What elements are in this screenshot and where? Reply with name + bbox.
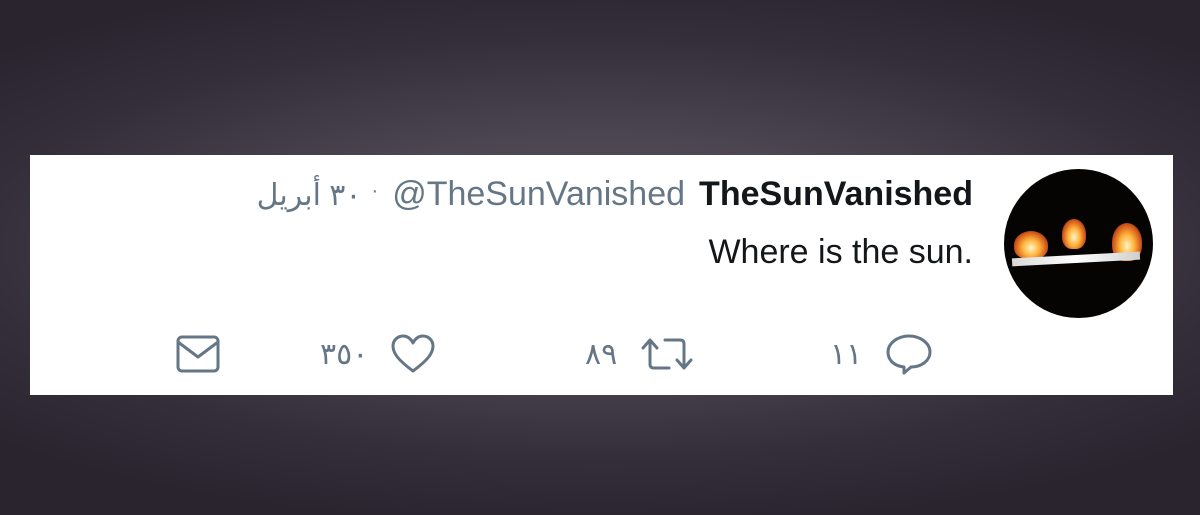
reply-count: ١١ bbox=[830, 337, 863, 371]
envelope-icon bbox=[176, 335, 220, 373]
avatar[interactable] bbox=[1004, 169, 1153, 318]
retweet-button[interactable]: ٨٩ bbox=[585, 330, 695, 378]
tweet-text: Where is the sun. bbox=[708, 233, 973, 271]
avatar-flame bbox=[1014, 231, 1048, 259]
like-button[interactable]: ٣٥٠ bbox=[320, 330, 436, 378]
tweet-date[interactable]: ٣٠ أبريل bbox=[257, 178, 362, 213]
tweet-actions: ٣٥٠ ٨٩ ١١ bbox=[175, 330, 965, 378]
dm-button[interactable] bbox=[175, 330, 221, 378]
display-name[interactable]: TheSunVanished bbox=[699, 175, 973, 214]
heart-icon bbox=[391, 334, 435, 373]
retweet-icon bbox=[641, 338, 693, 370]
user-handle[interactable]: @TheSunVanished bbox=[392, 175, 685, 214]
avatar-flame bbox=[1062, 219, 1086, 249]
reply-bubble-icon bbox=[886, 334, 932, 375]
tweet-card[interactable]: ٣٠ أبريل · @TheSunVanished TheSunVanishe… bbox=[30, 155, 1173, 395]
reply-button[interactable]: ١١ bbox=[830, 330, 934, 378]
retweet-count: ٨٩ bbox=[585, 337, 618, 371]
like-count: ٣٥٠ bbox=[320, 337, 369, 371]
tweet-header: ٣٠ أبريل · @TheSunVanished TheSunVanishe… bbox=[257, 175, 973, 214]
header-separator: · bbox=[371, 180, 379, 202]
